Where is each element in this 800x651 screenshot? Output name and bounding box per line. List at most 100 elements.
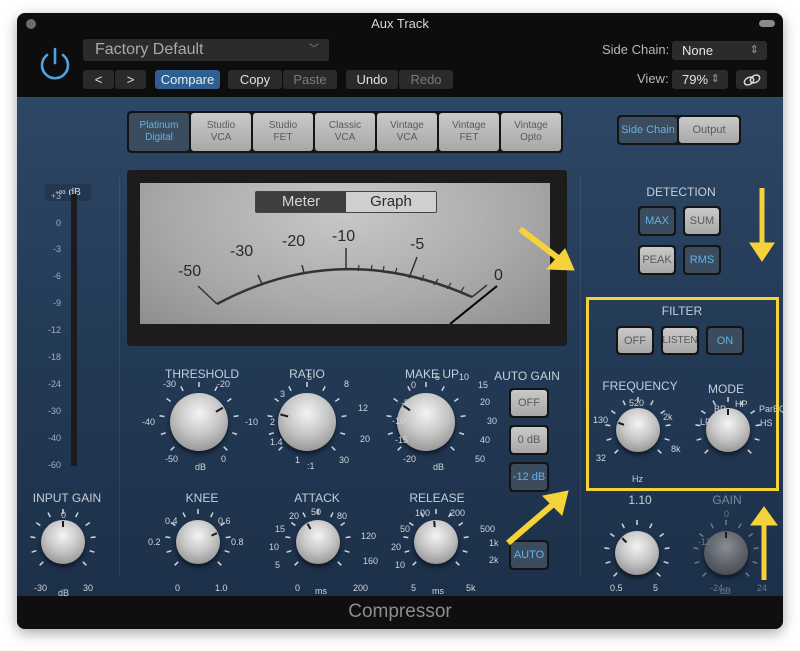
auto-off-box: OFF: [509, 388, 549, 418]
input-scale-label: -3: [52, 244, 61, 254]
prev-preset-button[interactable]: <: [83, 70, 114, 89]
model-button[interactable]: Classic VCA: [315, 113, 375, 151]
ratio-knob[interactable]: [278, 393, 336, 451]
divider: [119, 177, 120, 577]
model-button[interactable]: Vintage Opto: [501, 113, 561, 151]
input-scale-label: +3: [50, 191, 61, 201]
output-view-button[interactable]: Output: [679, 117, 739, 143]
model-button[interactable]: Vintage FET: [439, 113, 499, 151]
knob-tick-label: 0: [221, 454, 227, 464]
model-button[interactable]: Vintage VCA: [377, 113, 437, 151]
knob-pointer: [280, 413, 289, 418]
divider: [580, 177, 581, 577]
knob-tick-label: 5: [435, 372, 441, 382]
knob-tick-label: LP: [700, 417, 712, 427]
auto-0db-box: 0 dB: [509, 425, 549, 455]
preset-menu[interactable]: Factory Default ﹀: [83, 39, 329, 61]
knob-tick-label: 5k: [466, 583, 476, 593]
knob-tick-label: 30: [487, 416, 498, 426]
redo-button[interactable]: Redo: [399, 70, 453, 89]
view-select[interactable]: 79% ⇕: [672, 70, 728, 89]
auto-gain-0db-button[interactable]: 0 dB: [511, 427, 547, 453]
threshold-knob[interactable]: [170, 393, 228, 451]
meter-tick-label: -20: [282, 233, 306, 250]
knob-tick-label: -30: [163, 379, 177, 389]
knob-pointer: [62, 521, 64, 528]
knob-pointer: [215, 407, 224, 414]
knob-tick-label: HP: [735, 399, 748, 409]
knob-tick-label: 80: [337, 511, 348, 521]
model-button[interactable]: Platinum Digital: [129, 113, 189, 151]
window-pill[interactable]: [759, 20, 775, 27]
knob-tick-label: -40: [142, 417, 156, 427]
side-chain-select[interactable]: None ⇕: [672, 41, 767, 60]
knob-tick-label: 2k: [663, 412, 673, 422]
knob-tick-label: 1: [295, 455, 301, 465]
knob-tick-label: -10: [392, 416, 406, 426]
auto-gain-minus12-button[interactable]: -12 dB: [511, 464, 547, 490]
knob-tick-label: 520: [629, 398, 645, 408]
knob-tick-label: 0: [411, 380, 417, 390]
input-scale-label: -60: [47, 460, 61, 470]
knob-tick-label: 0: [61, 510, 67, 520]
side-chain-label: Side Chain:: [602, 42, 670, 57]
knob-tick-label: 160: [363, 556, 379, 566]
plugin-window: Aux Track Factory Default ﹀ < > Compare …: [17, 13, 783, 629]
knob-tick-label: 50: [400, 524, 411, 534]
knob-pointer: [618, 421, 625, 426]
rms-button[interactable]: RMS: [685, 247, 719, 273]
link-button[interactable]: [736, 70, 767, 89]
knee-knob[interactable]: [176, 520, 220, 564]
knob-tick-label: 8k: [671, 444, 681, 454]
compare-button[interactable]: Compare: [155, 70, 220, 89]
knob-tick-label: -12: [698, 537, 712, 547]
paste-button[interactable]: Paste: [283, 70, 337, 89]
auto-release-button[interactable]: AUTO: [511, 542, 547, 568]
filter-gain-label: GAIN: [712, 493, 742, 507]
input-scale-label: -30: [47, 406, 61, 416]
knob-tick-label: dB: [433, 462, 445, 472]
input-gain-knob[interactable]: [41, 520, 85, 564]
knob-tick-label: 0.6: [218, 516, 231, 526]
knob-tick-label: 20: [360, 434, 371, 444]
compressor-panel: Platinum Digital Studio VCA Studio FET Clas…: [17, 97, 783, 598]
auto-12db-box: -12 dB: [509, 462, 549, 492]
undo-button[interactable]: Undo: [346, 70, 398, 89]
knob-tick-label: 3: [280, 389, 286, 399]
power-icon[interactable]: [37, 46, 73, 82]
knob-tick-label: 50: [475, 454, 486, 464]
sum-button[interactable]: SUM: [685, 208, 719, 234]
knob-tick-label: 1.4: [270, 437, 283, 447]
peak-button[interactable]: PEAK: [640, 247, 674, 273]
mode-knob[interactable]: [706, 408, 750, 452]
knob-tick-label: ms: [315, 586, 327, 596]
knob-tick-label: 40: [480, 435, 491, 445]
filter-on-button[interactable]: ON: [708, 328, 742, 353]
up-down-icon: ⇕: [710, 73, 720, 85]
next-preset-button[interactable]: >: [115, 70, 146, 89]
knob-tick-label: 8: [344, 379, 350, 389]
frequency-knob[interactable]: [616, 408, 660, 452]
filter-listen-button[interactable]: LISTEN: [663, 328, 698, 353]
filter-listen-box: LISTEN: [661, 326, 699, 355]
meter-scale: [197, 248, 498, 324]
model-button[interactable]: Studio FET: [253, 113, 313, 151]
knob-tick-label: 1k: [489, 538, 499, 548]
knob-tick-label: 1.0: [215, 583, 228, 593]
attack-knob[interactable]: [296, 520, 340, 564]
filter-off-button[interactable]: OFF: [618, 328, 652, 353]
input-scale-label: -24: [47, 379, 61, 389]
auto-gain-off-button[interactable]: OFF: [511, 390, 547, 416]
filter-off-box: OFF: [616, 326, 654, 355]
side-chain-view-button[interactable]: Side Chain: [619, 117, 677, 143]
knob-tick-label: -30: [34, 583, 48, 593]
model-selector: Platinum Digital Studio VCA Studio FET Clas…: [127, 111, 563, 153]
max-button[interactable]: MAX: [640, 208, 674, 234]
input-level-meter: [71, 194, 77, 466]
knob-tick-label: 12: [358, 403, 369, 413]
copy-button[interactable]: Copy: [228, 70, 282, 89]
model-button[interactable]: Studio VCA: [191, 113, 251, 151]
filter-q-knob[interactable]: [615, 531, 659, 575]
input-scale-label: -40: [47, 433, 61, 443]
release-knob[interactable]: [414, 520, 458, 564]
